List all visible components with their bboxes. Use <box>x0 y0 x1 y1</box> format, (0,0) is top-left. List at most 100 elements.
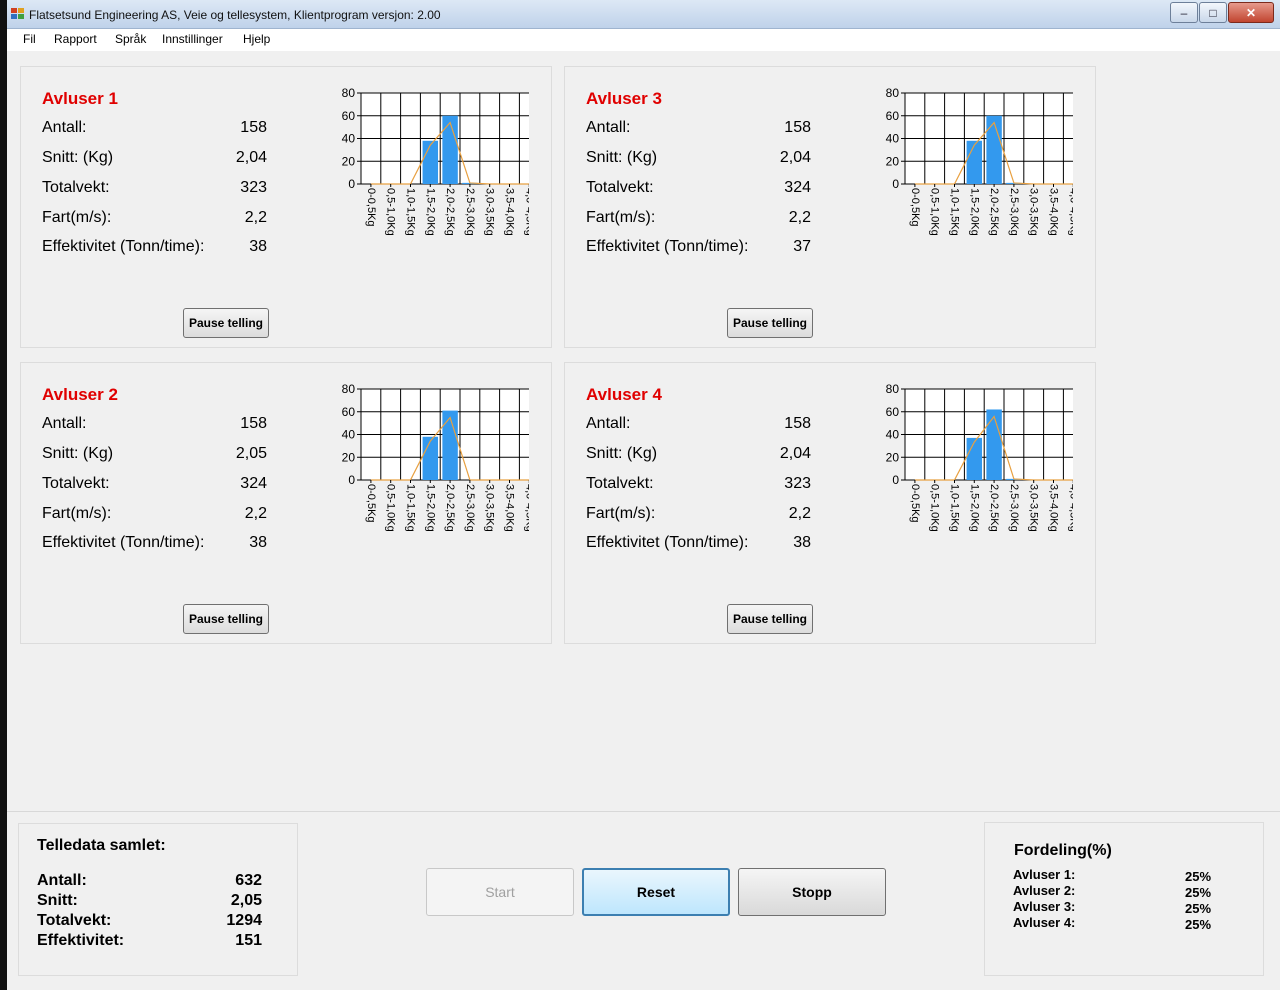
panel-title: Avluser 4 <box>586 385 662 404</box>
value-total: 323 <box>240 179 267 196</box>
app-icon <box>11 8 24 20</box>
label-avg: Snitt: (Kg) <box>586 445 658 462</box>
pause-button[interactable]: Pause telling <box>727 604 813 634</box>
label-speed: Fart(m/s): <box>42 209 112 226</box>
y-tick-label: 80 <box>886 86 900 100</box>
x-tick-label: 2,5-3,0Kg <box>1008 188 1020 236</box>
x-tick-label: 1,0-1,5Kg <box>405 484 417 532</box>
value-total: 324 <box>784 179 811 196</box>
x-tick-label: 1,0-1,5Kg <box>949 188 961 236</box>
x-tick-label: 2,5-3,0Kg <box>464 188 476 236</box>
menu-fil[interactable]: Fil <box>23 32 36 46</box>
stop-button[interactable]: Stopp <box>738 868 886 916</box>
label-efficiency: Effektivitet (Tonn/time): <box>42 534 205 551</box>
x-tick-label: 2,0-2,5Kg <box>444 188 456 236</box>
label-total: Totalvekt: <box>586 475 654 492</box>
label-count: Antall: <box>586 119 631 136</box>
label-speed: Fart(m/s): <box>42 505 112 522</box>
panel-title: Avluser 1 <box>42 89 118 108</box>
x-tick-label: 4,0-4,5Kg <box>1067 484 1073 532</box>
value-speed: 2,2 <box>244 209 267 226</box>
distribution-label-2: Avluser 2: <box>1013 883 1076 898</box>
y-tick-label: 40 <box>342 132 356 146</box>
value-efficiency: 38 <box>793 534 811 551</box>
label-avg: Snitt: (Kg) <box>586 149 658 166</box>
y-tick-label: 0 <box>892 177 899 191</box>
menu-rapport[interactable]: Rapport <box>54 32 97 46</box>
y-tick-label: 20 <box>886 450 900 464</box>
x-tick-label: 3,0-3,5Kg <box>484 188 496 236</box>
menu-innstillinger[interactable]: Innstillinger <box>162 32 223 46</box>
x-tick-label: 4,0-4,5Kg <box>1067 188 1073 236</box>
histogram-bar <box>986 409 1002 480</box>
title-bar[interactable]: Flatsetsund Engineering AS, Veie og tell… <box>7 0 1280 29</box>
x-tick-label: 0,5-1,0Kg <box>929 484 941 532</box>
y-tick-label: 20 <box>342 450 356 464</box>
summary-label-total: Totalvekt: <box>37 912 112 929</box>
summary-value-efficiency: 151 <box>235 932 262 949</box>
x-tick-label: 2,0-2,5Kg <box>988 188 1000 236</box>
start-button[interactable]: Start <box>426 868 574 916</box>
label-avg: Snitt: (Kg) <box>42 149 114 166</box>
value-total: 323 <box>784 475 811 492</box>
x-tick-label: 2,5-3,0Kg <box>1008 484 1020 532</box>
window-frame-left <box>0 0 7 990</box>
menu-sprak[interactable]: Språk <box>115 32 146 46</box>
y-tick-label: 80 <box>342 86 356 100</box>
x-tick-label: 3,5-4,0Kg <box>504 188 516 236</box>
x-tick-label: 2,0-2,5Kg <box>988 484 1000 532</box>
y-tick-label: 0 <box>892 473 899 487</box>
distribution-value-3: 25% <box>1185 901 1212 916</box>
distribution-value-2: 25% <box>1185 885 1212 900</box>
reset-button[interactable]: Reset <box>582 868 730 916</box>
value-count: 158 <box>240 119 267 136</box>
maximize-button[interactable]: □ <box>1199 2 1227 23</box>
x-tick-label: 2,0-2,5Kg <box>444 484 456 532</box>
histogram-bar <box>966 437 983 480</box>
minimize-button[interactable]: ‒ <box>1170 2 1198 23</box>
value-total: 324 <box>240 475 267 492</box>
label-count: Antall: <box>42 415 87 432</box>
bottom-separator <box>7 811 1280 812</box>
y-tick-label: 80 <box>342 382 356 396</box>
summary-box: Telledata samlet: Antall: 632 Snitt: 2,0… <box>18 823 298 976</box>
pause-button[interactable]: Pause telling <box>183 308 269 338</box>
window-title: Flatsetsund Engineering AS, Veie og tell… <box>29 8 441 22</box>
distribution-value-4: 25% <box>1185 917 1212 932</box>
close-button[interactable]: ✕ <box>1228 2 1274 23</box>
value-avg: 2,04 <box>235 149 267 166</box>
label-count: Antall: <box>586 415 631 432</box>
y-tick-label: 40 <box>342 428 356 442</box>
avluser-panel: Avluser 2 Antall: 158 Snitt: (Kg) 2,05 Totalv… <box>20 362 552 644</box>
menu-hjelp[interactable]: Hjelp <box>243 32 270 46</box>
label-avg: Snitt: (Kg) <box>42 445 114 462</box>
x-tick-label: 0-0,5Kg <box>909 188 921 227</box>
value-count: 158 <box>784 415 811 432</box>
label-total: Totalvekt: <box>42 179 110 196</box>
histogram-chart: 0 20 40 60 80 0-0,5Kg 0,5-1,0Kg 1,0-1,5Kg 1,5-2,… <box>886 382 1073 532</box>
distribution-label-1: Avluser 1: <box>1013 867 1076 882</box>
histogram-chart: 0 20 40 60 80 0-0,5Kg 0,5-1,0Kg 1,0-1,5Kg 1,5-2,… <box>886 86 1073 236</box>
histogram-bar <box>422 140 439 184</box>
histogram-chart: 0 20 40 60 80 0-0,5Kg 0,5-1,0Kg 1,0-1,5Kg 1,5-2,… <box>342 382 529 532</box>
summary-value-total: 1294 <box>226 912 262 929</box>
value-count: 158 <box>240 415 267 432</box>
x-tick-label: 1,0-1,5Kg <box>949 484 961 532</box>
summary-value-avg: 2,05 <box>230 892 262 909</box>
y-tick-label: 60 <box>342 109 356 123</box>
x-tick-label: 3,0-3,5Kg <box>1028 484 1040 532</box>
x-tick-label: 3,0-3,5Kg <box>484 484 496 532</box>
pause-button[interactable]: Pause telling <box>727 308 813 338</box>
histogram-bar <box>966 140 983 184</box>
distribution-title: Fordeling(%) <box>1014 842 1112 859</box>
label-speed: Fart(m/s): <box>586 209 656 226</box>
histogram-bar <box>986 115 1002 184</box>
histogram-chart: 0 20 40 60 80 0-0,5Kg 0,5-1,0Kg 1,0-1,5Kg 1,5-2,… <box>342 86 529 236</box>
x-tick-label: 1,5-2,0Kg <box>968 484 980 532</box>
y-tick-label: 20 <box>886 154 900 168</box>
pause-button[interactable]: Pause telling <box>183 604 269 634</box>
x-tick-label: 0-0,5Kg <box>909 484 921 523</box>
x-tick-label: 0-0,5Kg <box>365 188 377 227</box>
value-count: 158 <box>784 119 811 136</box>
histogram-bar <box>422 436 439 480</box>
